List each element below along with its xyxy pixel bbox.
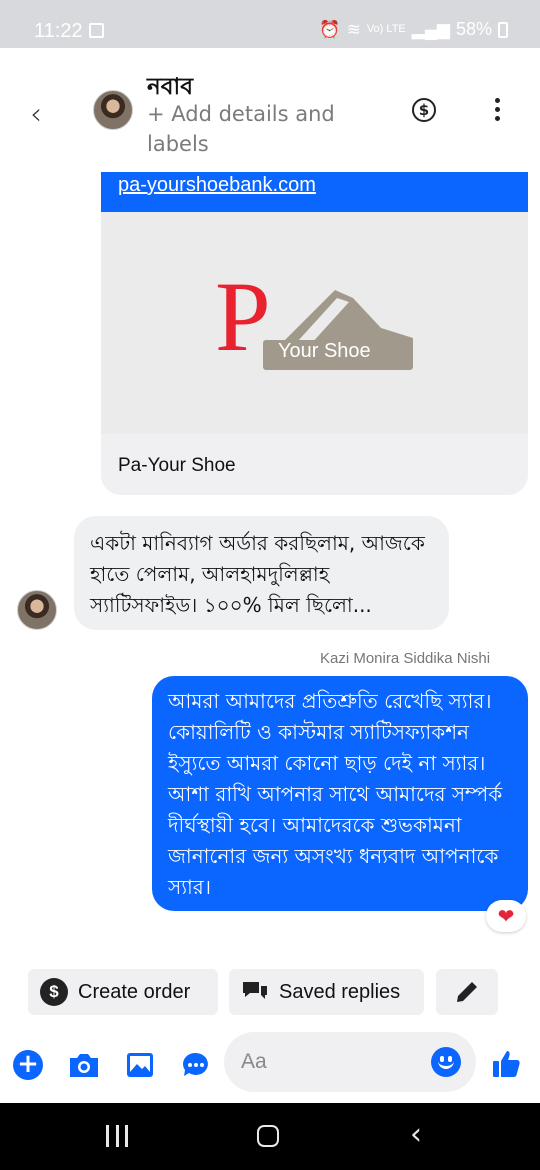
messenger-screen: 11:22 ⏰ ≋ Vo) LTE ▂▄▆ 58% ‹ নবাব + Add d… [0, 0, 540, 1170]
status-time: 11:22 [34, 20, 83, 42]
network-label: Vo) LTE [366, 23, 406, 35]
signal-icon: ▂▄▆ [411, 19, 450, 39]
emoji-icon[interactable] [431, 1047, 461, 1077]
edit-button[interactable] [436, 969, 498, 1015]
status-icons: ⏰ ≋ Vo) LTE ▂▄▆ 58% [319, 19, 508, 40]
dollar-icon: $ [40, 978, 68, 1006]
message-input-placeholder: Aa [241, 1050, 267, 1073]
status-bar: 11:22 ⏰ ≋ Vo) LTE ▂▄▆ 58% [0, 0, 540, 48]
link-title[interactable]: Pa-Your Shoe [118, 455, 236, 477]
heart-reaction-icon[interactable]: ❤ [486, 900, 526, 932]
saved-replies-button[interactable]: Saved replies [229, 969, 424, 1015]
wifi-icon: ≋ [346, 19, 361, 39]
brand-logo-text: Your Shoe [278, 340, 371, 362]
add-details-link[interactable]: + Add details and labels [147, 99, 367, 159]
home-icon[interactable] [257, 1125, 279, 1147]
conversation-header: ‹ নবাব + Add details and labels $ [0, 48, 540, 172]
chat-bubbles-icon [243, 982, 267, 999]
message-input[interactable]: Aa [224, 1032, 476, 1092]
image-icon[interactable] [125, 1050, 155, 1080]
more-vertical-icon[interactable] [490, 98, 504, 122]
gallery-notification-icon [89, 23, 104, 38]
link-preview-card[interactable]: pa-yourshoebank.com P Your Shoe Pa-Your … [101, 172, 528, 495]
link-url-bar: pa-yourshoebank.com [101, 172, 528, 212]
system-nav-bar: ‹ [0, 1103, 540, 1170]
recent-apps-icon[interactable] [106, 1125, 128, 1147]
sender-avatar[interactable] [17, 590, 57, 630]
camera-icon[interactable] [67, 1050, 101, 1080]
link-url[interactable]: pa-yourshoebank.com [118, 174, 316, 197]
link-preview-image[interactable]: P Your Shoe [101, 212, 528, 434]
create-order-label: Create order [78, 980, 191, 1003]
chevron-left-icon[interactable]: ‹ [30, 97, 42, 132]
chat-bubble-icon[interactable] [181, 1050, 211, 1080]
alarm-icon: ⏰ [319, 19, 341, 39]
plus-icon[interactable]: + [13, 1050, 43, 1080]
incoming-message[interactable]: একটা মানিব্যাগ অর্ডার করছিলাম, আজকে হাতে… [74, 516, 449, 630]
dollar-circle-icon[interactable]: $ [412, 98, 436, 122]
battery-percent: 58% [455, 19, 492, 39]
sender-name: Kazi Monira Siddika Nishi [320, 650, 491, 667]
contact-avatar[interactable] [93, 90, 133, 130]
saved-replies-label: Saved replies [279, 980, 401, 1003]
pencil-icon [457, 982, 477, 1002]
create-order-button[interactable]: $ Create order [28, 969, 218, 1015]
battery-icon [498, 21, 508, 38]
thumbs-up-icon[interactable] [491, 1048, 523, 1080]
outgoing-message[interactable]: আমরা আমাদের প্রতিশ্রুতি রেখেছি স্যার। কো… [152, 676, 528, 911]
message-composer: + Aa [0, 1030, 540, 1102]
back-icon[interactable]: ‹ [410, 1117, 422, 1152]
